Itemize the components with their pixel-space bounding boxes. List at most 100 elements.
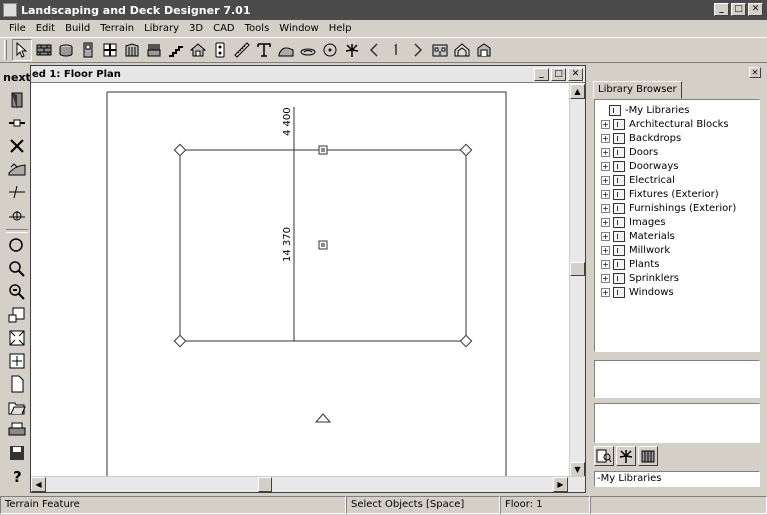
tree-item[interactable]: + Materials <box>595 229 759 243</box>
expand-icon[interactable]: + <box>601 287 610 297</box>
terrain-path-icon[interactable] <box>298 39 318 61</box>
elevation-icon[interactable] <box>430 39 450 61</box>
library-catalog-icon[interactable] <box>638 446 658 466</box>
horizontal-scroll-thumb[interactable] <box>258 477 272 492</box>
expand-icon[interactable]: + <box>601 133 610 143</box>
tree-item[interactable]: + Architectural Blocks <box>595 117 759 131</box>
back-icon[interactable] <box>364 39 384 61</box>
forward-icon[interactable] <box>408 39 428 61</box>
next-button[interactable]: next <box>3 66 31 88</box>
zoom-window-icon[interactable] <box>6 304 28 326</box>
expand-icon[interactable]: + <box>601 273 610 283</box>
electrical-icon[interactable] <box>210 39 230 61</box>
scroll-left-button[interactable]: ◀ <box>31 477 46 492</box>
menu-window[interactable]: Window <box>274 23 323 34</box>
expand-icon[interactable]: + <box>601 161 610 171</box>
scroll-up-button[interactable]: ▲ <box>570 84 585 99</box>
expand-icon[interactable]: + <box>601 203 610 213</box>
minimize-button[interactable]: _ <box>714 3 729 16</box>
perspective-icon[interactable] <box>452 39 472 61</box>
tree-item[interactable]: + Backdrops <box>595 131 759 145</box>
folder-icon <box>613 244 625 256</box>
menu-library[interactable]: Library <box>139 23 184 34</box>
cabinet-icon[interactable] <box>122 39 142 61</box>
help-icon[interactable]: ? <box>6 465 28 487</box>
expand-icon[interactable]: + <box>601 217 610 227</box>
expand-icon[interactable]: + <box>601 231 610 241</box>
scroll-right-button[interactable]: ▶ <box>553 477 568 492</box>
tree-item[interactable]: + Images <box>595 215 759 229</box>
menu-file[interactable]: File <box>4 23 31 34</box>
expand-icon[interactable]: + <box>601 119 610 129</box>
terrain-feature-icon[interactable] <box>276 39 296 61</box>
stairs-icon[interactable] <box>166 39 186 61</box>
sprinkler-icon[interactable] <box>320 39 340 61</box>
menu-build[interactable]: Build <box>60 23 95 34</box>
expand-icon[interactable]: + <box>601 175 610 185</box>
tree-item[interactable]: + Sprinklers <box>595 271 759 285</box>
library-close-button[interactable]: ✕ <box>749 67 761 78</box>
tree-item[interactable]: + Furnishings (Exterior) <box>595 201 759 215</box>
expand-icon[interactable]: + <box>601 259 610 269</box>
zoom-icon[interactable] <box>6 235 28 257</box>
menu-cad[interactable]: CAD <box>208 23 240 34</box>
text-icon[interactable] <box>254 39 274 61</box>
toolbar-grip[interactable] <box>4 40 7 60</box>
door-tool-icon[interactable] <box>6 89 28 111</box>
floor-icon[interactable] <box>386 39 406 61</box>
delete-icon[interactable] <box>6 135 28 157</box>
camera-icon[interactable] <box>474 39 494 61</box>
window-icon[interactable] <box>100 39 120 61</box>
expand-icon[interactable]: + <box>601 189 610 199</box>
fill-window-icon[interactable] <box>6 327 28 349</box>
plant-icon[interactable] <box>342 39 362 61</box>
tree-root[interactable]: -My Libraries <box>595 103 759 117</box>
library-plant-icon[interactable] <box>616 446 636 466</box>
status-floor: Floor: 1 <box>500 496 590 514</box>
terrain-edit-icon[interactable] <box>6 158 28 180</box>
tab-library-browser[interactable]: Library Browser <box>593 81 682 99</box>
maximize-button[interactable]: □ <box>731 3 746 16</box>
print-icon[interactable] <box>6 419 28 441</box>
save-icon[interactable] <box>6 442 28 464</box>
menu-help[interactable]: Help <box>324 23 357 34</box>
tree-item[interactable]: + Electrical <box>595 173 759 187</box>
tree-item[interactable]: + Doors <box>595 145 759 159</box>
tree-item[interactable]: + Plants <box>595 257 759 271</box>
expand-icon[interactable]: + <box>601 147 610 157</box>
furniture-icon[interactable] <box>144 39 164 61</box>
zoom-out-icon[interactable] <box>6 281 28 303</box>
break-line-icon[interactable] <box>6 112 28 134</box>
doc-maximize-button[interactable]: □ <box>551 68 566 81</box>
expand-icon[interactable]: + <box>601 245 610 255</box>
select-arrow-icon[interactable] <box>12 39 32 61</box>
menu-edit[interactable]: Edit <box>31 23 60 34</box>
terrain-icon[interactable] <box>56 39 76 61</box>
house-icon[interactable] <box>188 39 208 61</box>
horizontal-scrollbar[interactable]: ◀ ▶ <box>31 476 585 492</box>
new-file-icon[interactable] <box>6 373 28 395</box>
library-search-icon[interactable] <box>594 446 614 466</box>
dimension-icon[interactable] <box>232 39 252 61</box>
doc-minimize-button[interactable]: _ <box>534 68 549 81</box>
menu-3d[interactable]: 3D <box>184 23 208 34</box>
split-icon[interactable] <box>6 181 28 203</box>
tree-item[interactable]: + Fixtures (Exterior) <box>595 187 759 201</box>
drawing-canvas[interactable]: 4 400 14 370 <box>31 84 569 477</box>
open-folder-icon[interactable] <box>6 396 28 418</box>
menu-terrain[interactable]: Terrain <box>95 23 139 34</box>
elevation-tool-icon[interactable] <box>6 204 28 226</box>
vertical-scroll-thumb[interactable] <box>570 262 585 276</box>
vertical-scrollbar[interactable]: ▲ ▼ <box>569 84 585 477</box>
menu-tools[interactable]: Tools <box>240 23 275 34</box>
door-icon[interactable] <box>78 39 98 61</box>
pan-icon[interactable] <box>6 350 28 372</box>
tree-item[interactable]: + Windows <box>595 285 759 299</box>
scroll-down-button[interactable]: ▼ <box>570 462 585 477</box>
doc-close-button[interactable]: ✕ <box>568 68 583 81</box>
wall-icon[interactable] <box>34 39 54 61</box>
zoom-in-icon[interactable] <box>6 258 28 280</box>
close-button[interactable]: ✕ <box>748 3 763 16</box>
tree-item[interactable]: + Millwork <box>595 243 759 257</box>
tree-item[interactable]: + Doorways <box>595 159 759 173</box>
